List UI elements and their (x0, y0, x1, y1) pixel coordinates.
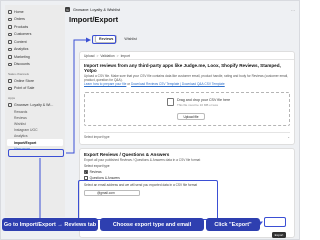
content-icon (8, 40, 12, 44)
sidebar-item-customers[interactable]: Customers (5, 31, 65, 39)
import-steps: Upload > Validation > Import (80, 52, 294, 60)
sidebar-item-marketing[interactable]: Marketing (5, 53, 65, 61)
file-upload-icon (167, 98, 174, 106)
page-title: Import/Export (69, 15, 119, 24)
app-logo-icon: G (65, 7, 70, 12)
sidebar: Home Orders Products Customers Content A… (5, 5, 65, 217)
sidebar-item-pos[interactable]: Point of Sale (5, 85, 65, 93)
callout-step-3: Click "Export" (206, 218, 260, 231)
export-type-label: Select export type (84, 164, 110, 169)
sidebar-item-orders[interactable]: Orders (5, 16, 65, 24)
import-card: Upload > Validation > Import Import revi… (79, 51, 295, 145)
discounts-icon (8, 62, 12, 66)
sidebar-item-analytics[interactable]: Analytics (5, 46, 65, 54)
analytics-icon (8, 47, 12, 51)
export-title: Export Reviews / Questions & Answers (84, 152, 170, 157)
callout-step-2: Choose export type and email (100, 218, 204, 231)
reviews-checkbox[interactable]: ✓ (84, 170, 88, 174)
marketing-icon (8, 55, 12, 59)
highlight-reviews-tab (92, 35, 116, 44)
pos-icon (8, 86, 12, 90)
file-dropzone[interactable]: Drag and drop your CSV file here This fi… (84, 92, 290, 126)
import-title: Import reviews from any third-party apps… (84, 63, 281, 73)
dropzone-text: Drag and drop your CSV file here (177, 98, 231, 102)
store-icon (8, 79, 12, 83)
more-actions-icon[interactable]: … (291, 7, 295, 12)
export-button[interactable]: Export (272, 232, 286, 238)
highlight-export-options (78, 180, 218, 220)
sidebar-item-content[interactable]: Content (5, 38, 65, 46)
highlight-export-button (264, 217, 286, 227)
step-upload: Upload (84, 53, 95, 58)
callout-step-1: Go to Import/Export → Reviews tab (2, 218, 98, 231)
sidebar-item-home[interactable]: Home (5, 8, 65, 16)
app-title: Growave: Loyalty & Wishlist (73, 7, 121, 12)
highlight-import-export (8, 149, 64, 157)
sidebar-item-online-store[interactable]: Online Store (5, 77, 65, 85)
sidebar-item-discounts[interactable]: Discounts (5, 61, 65, 69)
products-icon (8, 25, 12, 29)
step-validation: Validation (100, 53, 115, 58)
sidebar-item-products[interactable]: Products (5, 23, 65, 31)
chevron-down-icon: ⌄ (287, 134, 290, 139)
app-icon (8, 103, 12, 107)
tab-wishlist[interactable]: Wishlist (121, 36, 139, 42)
import-type-select[interactable]: Select import type ⌄ (84, 132, 290, 139)
app-topbar: G Growave: Loyalty & Wishlist … (65, 5, 297, 14)
learn-link[interactable]: Learn how to prepare your file (84, 82, 126, 86)
dropzone-hint: This file must be 10 MB or less (177, 103, 219, 107)
sidebar-item-growave[interactable]: Growave: Loyalty & Wi... (5, 101, 65, 109)
download-template-links[interactable]: Download Reviews CSV Template | Download… (131, 82, 225, 86)
orders-icon (8, 17, 12, 21)
customers-icon (8, 32, 12, 36)
step-import: Import (120, 53, 130, 58)
home-icon (8, 10, 12, 14)
import-description: Upload a CSV file. Make sure that your C… (84, 74, 289, 87)
upload-file-button[interactable]: Upload file (177, 113, 205, 120)
